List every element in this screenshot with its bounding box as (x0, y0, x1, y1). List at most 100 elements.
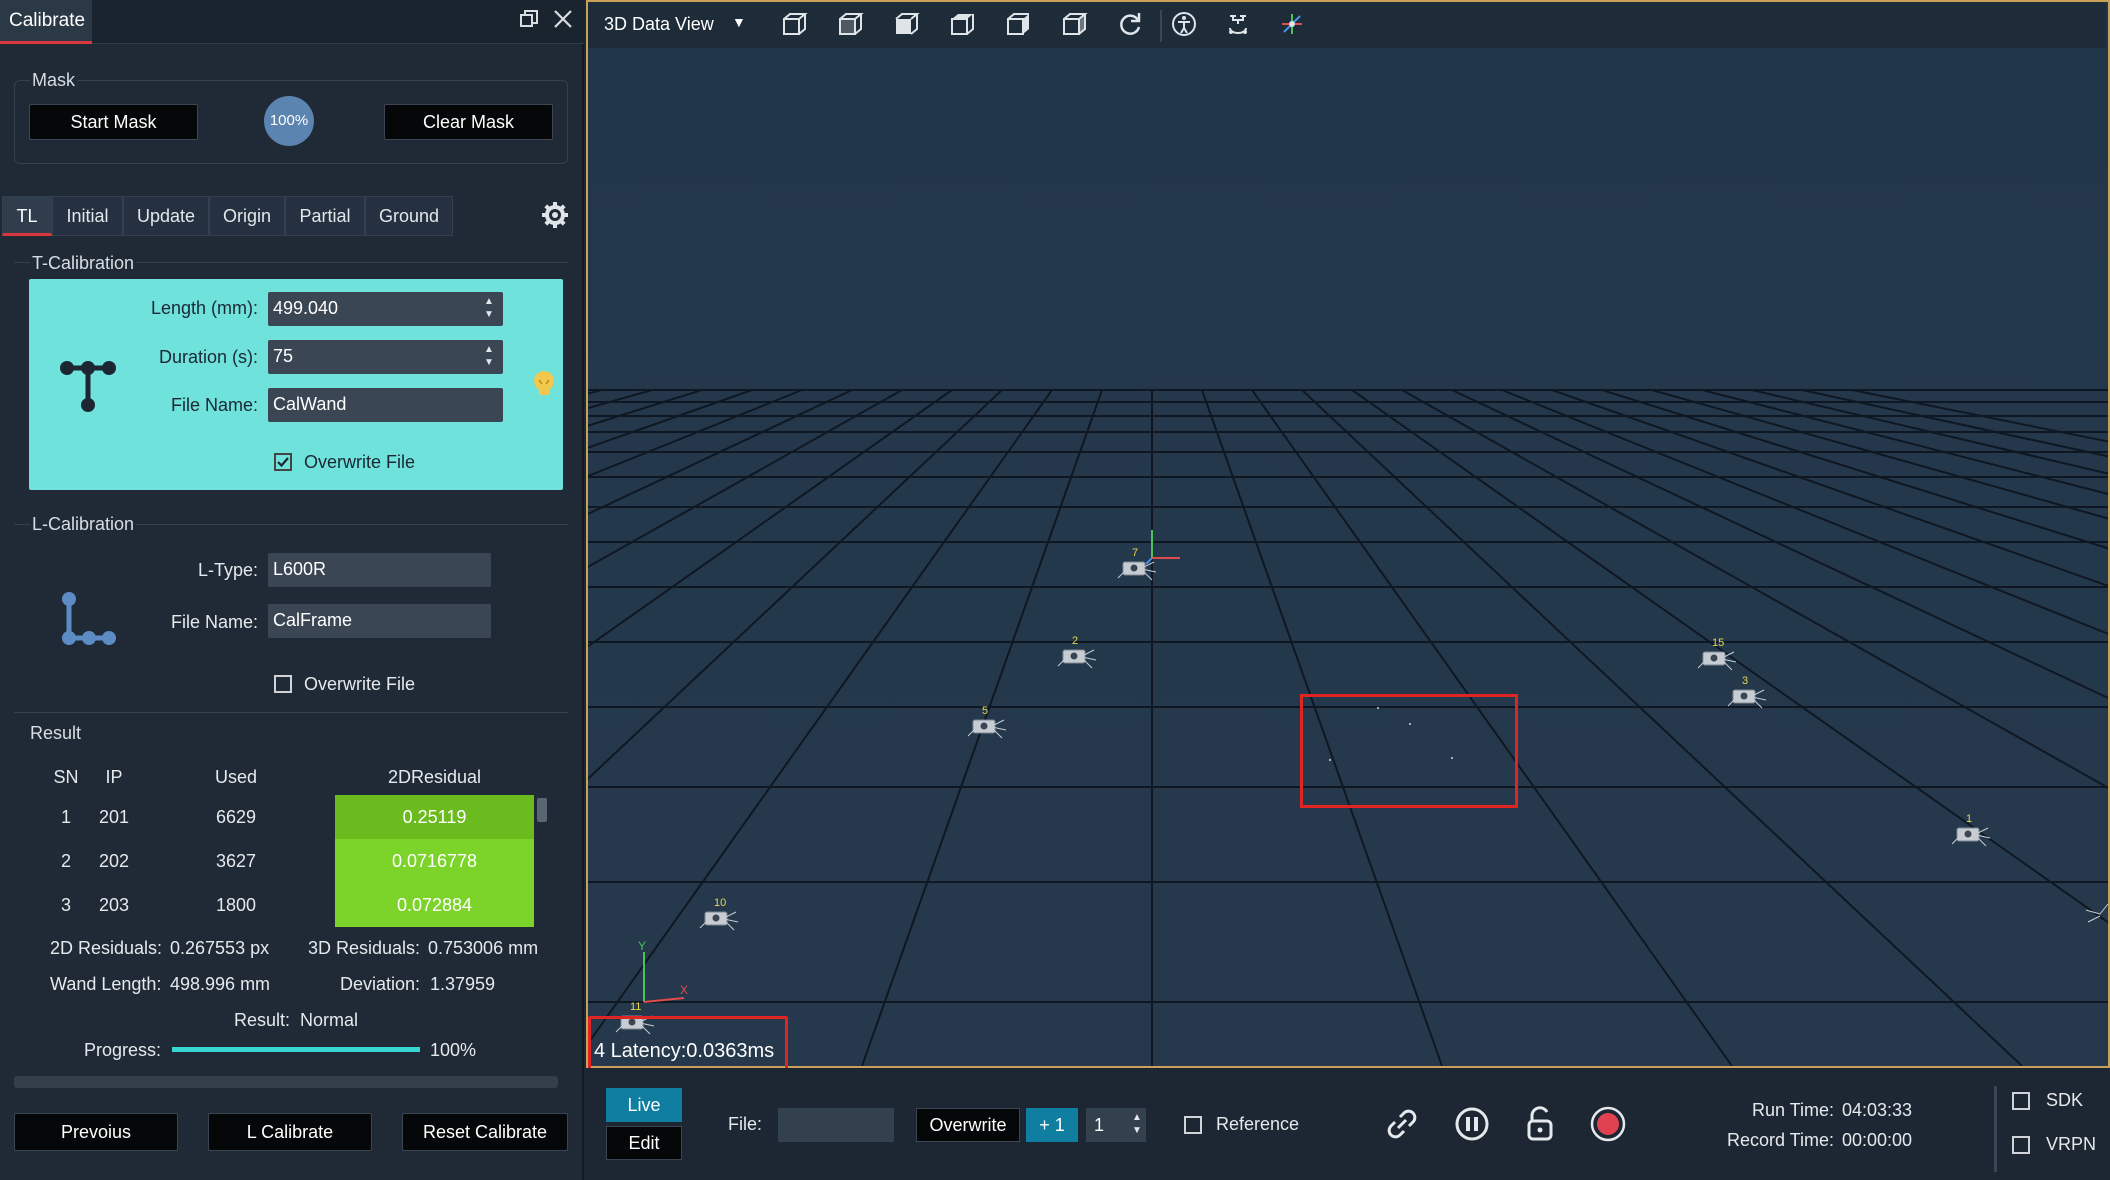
duration-input[interactable]: 75 (268, 340, 503, 374)
edit-button[interactable]: Edit (606, 1126, 682, 1160)
duration-stepper[interactable]: ▲ ▼ (481, 343, 497, 371)
calibrate-panel: Calibrate Mask Start Mask 100% Clear Mas… (0, 0, 584, 1180)
duration-label: Duration (s): (158, 347, 258, 367)
close-icon[interactable] (548, 2, 578, 42)
camera-label: 7 (1132, 547, 1138, 559)
plus-one-button[interactable]: + 1 (1026, 1108, 1078, 1142)
t-overwrite-label: Overwrite File (304, 452, 416, 472)
sdk-checkbox[interactable] (2012, 1092, 2030, 1110)
axis-icon[interactable] (1276, 10, 1308, 42)
t-file-name-input[interactable]: CalWand (268, 388, 503, 422)
result-title: Result (30, 723, 82, 743)
progress-label: Progress: (84, 1040, 162, 1060)
res3d-value: 0.753006 mm (428, 938, 539, 958)
increment-stepper[interactable]: ▲ ▼ (1130, 1111, 1144, 1139)
res3d-label: 3D Residuals: (308, 938, 421, 958)
tab-ground[interactable]: Ground (365, 196, 453, 236)
chevron-down-icon[interactable]: ▼ (732, 14, 752, 34)
cell-sn: 2 (60, 851, 71, 871)
tab-initial[interactable]: Initial (52, 196, 123, 236)
3d-data-view[interactable]: Y X 7 2 15 3 5 1 10 11 4 Latency:0.0363ms (586, 0, 2110, 1076)
cube-front-icon[interactable] (778, 10, 810, 42)
cell-sn: 1 (60, 807, 71, 827)
file-label: File: (728, 1114, 763, 1134)
result-value: Normal (300, 1010, 359, 1030)
camera-label: 11 (630, 1001, 641, 1013)
table-row[interactable]: 2 202 3627 0.0716778 (44, 839, 544, 883)
length-label: Length (mm): (150, 298, 258, 318)
l-file-name-input[interactable]: CalFrame (268, 604, 491, 638)
l-calibrate-button[interactable]: L Calibrate (208, 1113, 372, 1151)
progress-fill (172, 1047, 420, 1052)
camera-label: 2 (1072, 635, 1078, 647)
tab-origin[interactable]: Origin (209, 196, 285, 236)
sdk-label: SDK (2046, 1090, 2084, 1110)
corner-y-label: Y (638, 939, 646, 953)
l-overwrite-label: Overwrite File (304, 674, 416, 694)
restore-icon[interactable] (514, 2, 544, 42)
vrpn-label: VRPN (2046, 1134, 2097, 1154)
previous-button[interactable]: Prevoius (14, 1113, 178, 1151)
refresh-icon[interactable] (1114, 10, 1146, 42)
reference-checkbox[interactable] (1184, 1116, 1202, 1134)
cube-top-icon[interactable] (946, 10, 978, 42)
calibrate-tab[interactable]: Calibrate (0, 0, 92, 44)
result-label: Result: (234, 1010, 291, 1030)
cell-ip: 203 (98, 895, 130, 915)
cell-ip: 202 (98, 851, 130, 871)
tab-tl[interactable]: TL (2, 196, 52, 236)
vrpn-checkbox[interactable] (2012, 1136, 2030, 1154)
reset-calibrate-button[interactable]: Reset Calibrate (402, 1113, 568, 1151)
pause-icon[interactable] (1452, 1104, 1492, 1144)
t-calibration-title: T-Calibration (30, 253, 137, 274)
cell-residual: 0.0716778 (335, 839, 534, 883)
col-ip: IP (105, 767, 123, 787)
deviation-value: 1.37959 (430, 974, 496, 994)
result-table: 1 201 6629 0.25119 2 202 3627 0.0716778 … (44, 795, 544, 927)
file-input[interactable] (778, 1108, 894, 1142)
3d-scene: Y X 7 2 15 3 5 1 10 11 (588, 2, 2108, 1066)
wand-length-label: Wand Length: (50, 974, 162, 994)
overwrite-button[interactable]: Overwrite (916, 1108, 1020, 1142)
cube-right-icon[interactable] (1002, 10, 1034, 42)
length-input[interactable]: 499.040 (268, 292, 503, 326)
view-dropdown-label[interactable]: 3D Data View (604, 14, 714, 35)
col-sn: SN (53, 767, 79, 787)
col-used: Used (214, 767, 258, 787)
run-time-label: Run Time: (1751, 1100, 1834, 1120)
table-row[interactable]: 1 201 6629 0.25119 (44, 795, 544, 839)
cube-left-icon[interactable] (834, 10, 866, 42)
t-overwrite-checkbox[interactable] (274, 453, 292, 471)
bottom-bar: Live Edit File: Overwrite + 1 1 ▲ ▼ Refer… (586, 1068, 2110, 1180)
link-icon[interactable] (1382, 1104, 1422, 1144)
reference-label: Reference (1216, 1114, 1300, 1134)
panel-hscrollbar[interactable] (14, 1076, 558, 1088)
t-file-name-label: File Name: (170, 395, 258, 415)
run-time-value: 04:03:33 (1842, 1100, 1913, 1120)
tab-partial[interactable]: Partial (285, 196, 365, 236)
unlock-icon[interactable] (1520, 1102, 1560, 1144)
cube-solid-icon[interactable] (890, 10, 922, 42)
table-row[interactable]: 3 203 1800 0.072884 (44, 883, 544, 927)
live-button[interactable]: Live (606, 1088, 682, 1122)
gear-icon[interactable] (540, 200, 574, 234)
cell-ip: 201 (98, 807, 130, 827)
drone-icon[interactable] (1222, 10, 1254, 42)
length-stepper[interactable]: ▲ ▼ (481, 295, 497, 323)
start-mask-button[interactable]: Start Mask (29, 104, 198, 140)
cell-used: 1800 (215, 895, 257, 915)
wand-length-value: 498.996 mm (170, 974, 271, 994)
skeleton-icon[interactable] (1168, 10, 1200, 42)
l-type-input[interactable]: L600R (268, 553, 491, 587)
tab-update[interactable]: Update (123, 196, 209, 236)
result-divider (14, 712, 568, 713)
toolbar-divider (1160, 10, 1162, 42)
res2d-value: 0.267553 px (170, 938, 270, 958)
cell-used: 6629 (215, 807, 257, 827)
cube-back-icon[interactable] (1058, 10, 1090, 42)
bulb-icon[interactable] (530, 368, 558, 398)
record-icon[interactable] (1588, 1104, 1628, 1144)
table-scrollbar[interactable] (537, 798, 547, 822)
l-overwrite-checkbox[interactable] (274, 675, 292, 693)
clear-mask-button[interactable]: Clear Mask (384, 104, 553, 140)
